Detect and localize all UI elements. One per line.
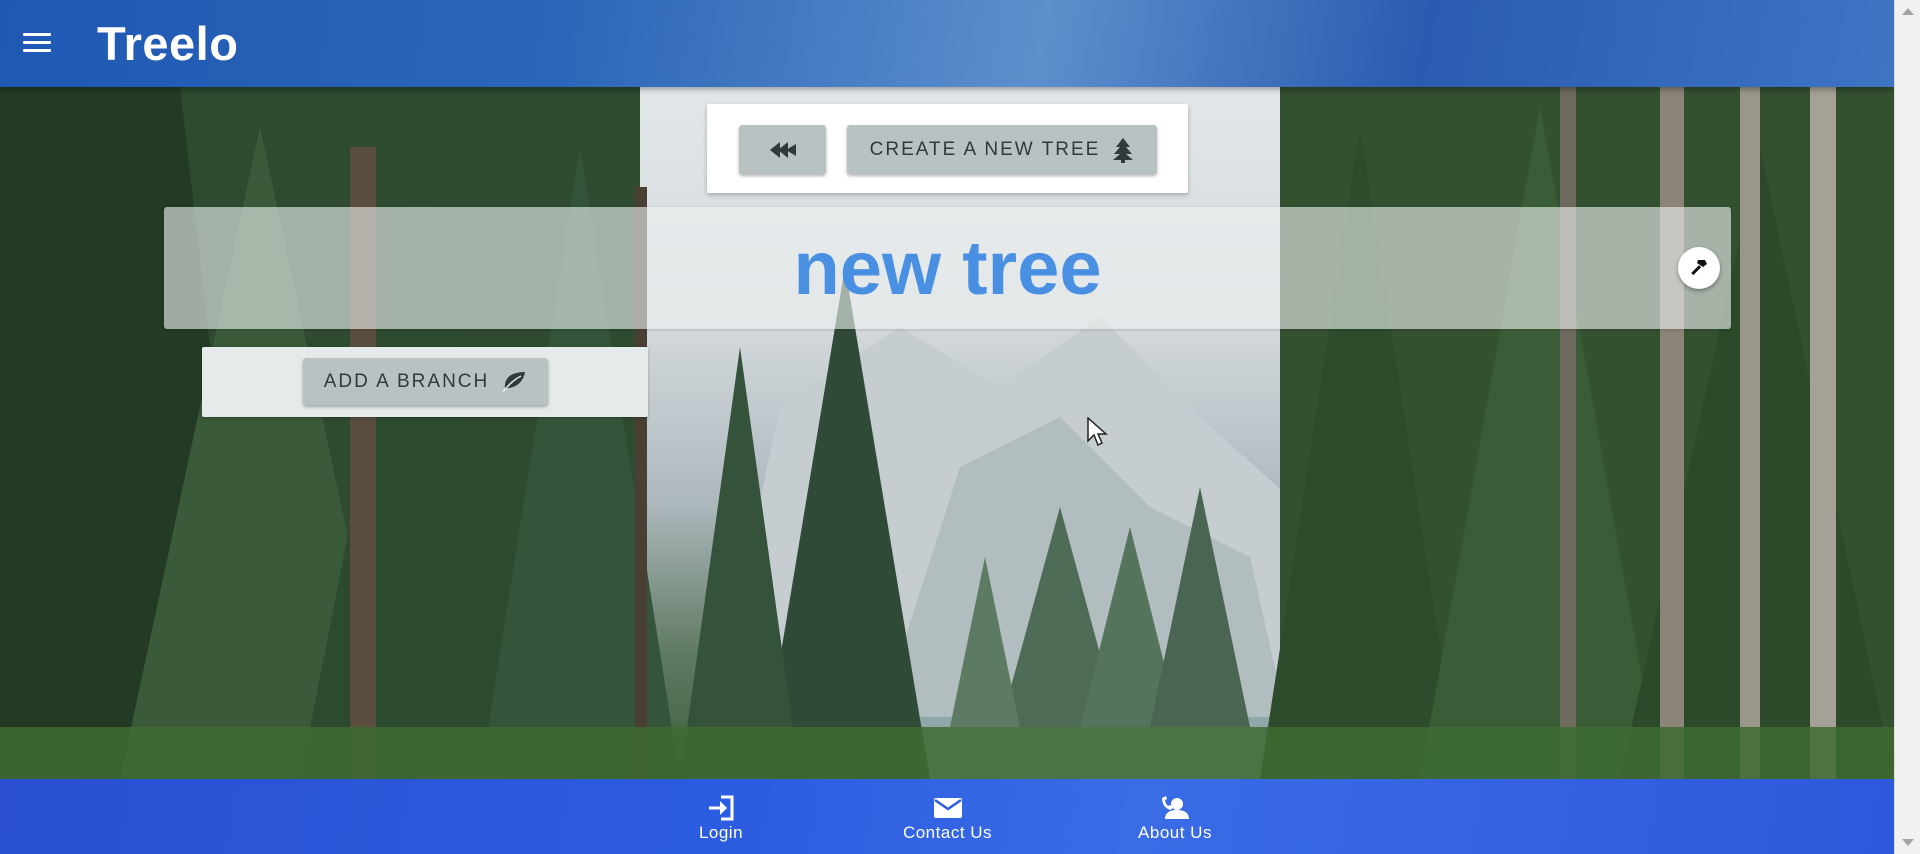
bottom-nav-bar: Login Contact Us About Us [0,779,1894,854]
tree-name[interactable]: new tree [164,225,1731,312]
contact-us-nav-item[interactable]: Contact Us [880,793,1015,843]
vertical-scrollbar[interactable] [1894,0,1920,854]
leaf-icon [502,371,526,392]
add-branch-label: ADD A BRANCH [323,370,490,392]
login-label: Login [698,823,744,842]
back-button[interactable] [739,125,826,174]
app-window: Treelo CREATE A NEW TREE new tree ADD A … [0,0,1894,854]
login-nav-item[interactable]: Login [686,793,756,843]
contact-us-label: Contact Us [902,823,993,842]
rewind-icon [769,141,796,158]
about-us-nav-item[interactable]: About Us [1125,793,1225,843]
scroll-up-arrow-icon[interactable] [1902,8,1914,15]
tree-toolbar-card: CREATE A NEW TREE [707,104,1188,193]
contact-phone-icon [1162,796,1189,819]
login-icon [709,795,734,821]
tree-title-banner: new tree [164,207,1731,329]
about-us-label: About Us [1138,823,1212,842]
create-new-tree-label: CREATE A NEW TREE [869,138,1101,160]
add-branch-card: ADD A BRANCH [202,347,648,417]
app-title: Treelo [97,17,239,70]
create-new-tree-button[interactable]: CREATE A NEW TREE [847,125,1157,174]
edit-tree-button[interactable] [1678,247,1720,289]
add-branch-button[interactable]: ADD A BRANCH [303,358,548,405]
envelope-icon [933,798,962,818]
scroll-down-arrow-icon[interactable] [1902,839,1914,846]
top-app-bar: Treelo [0,0,1894,87]
hamburger-menu-icon[interactable] [20,28,54,58]
pine-tree-icon [1113,137,1134,163]
hammer-icon [1691,260,1707,276]
mouse-pointer-icon [1087,417,1108,447]
